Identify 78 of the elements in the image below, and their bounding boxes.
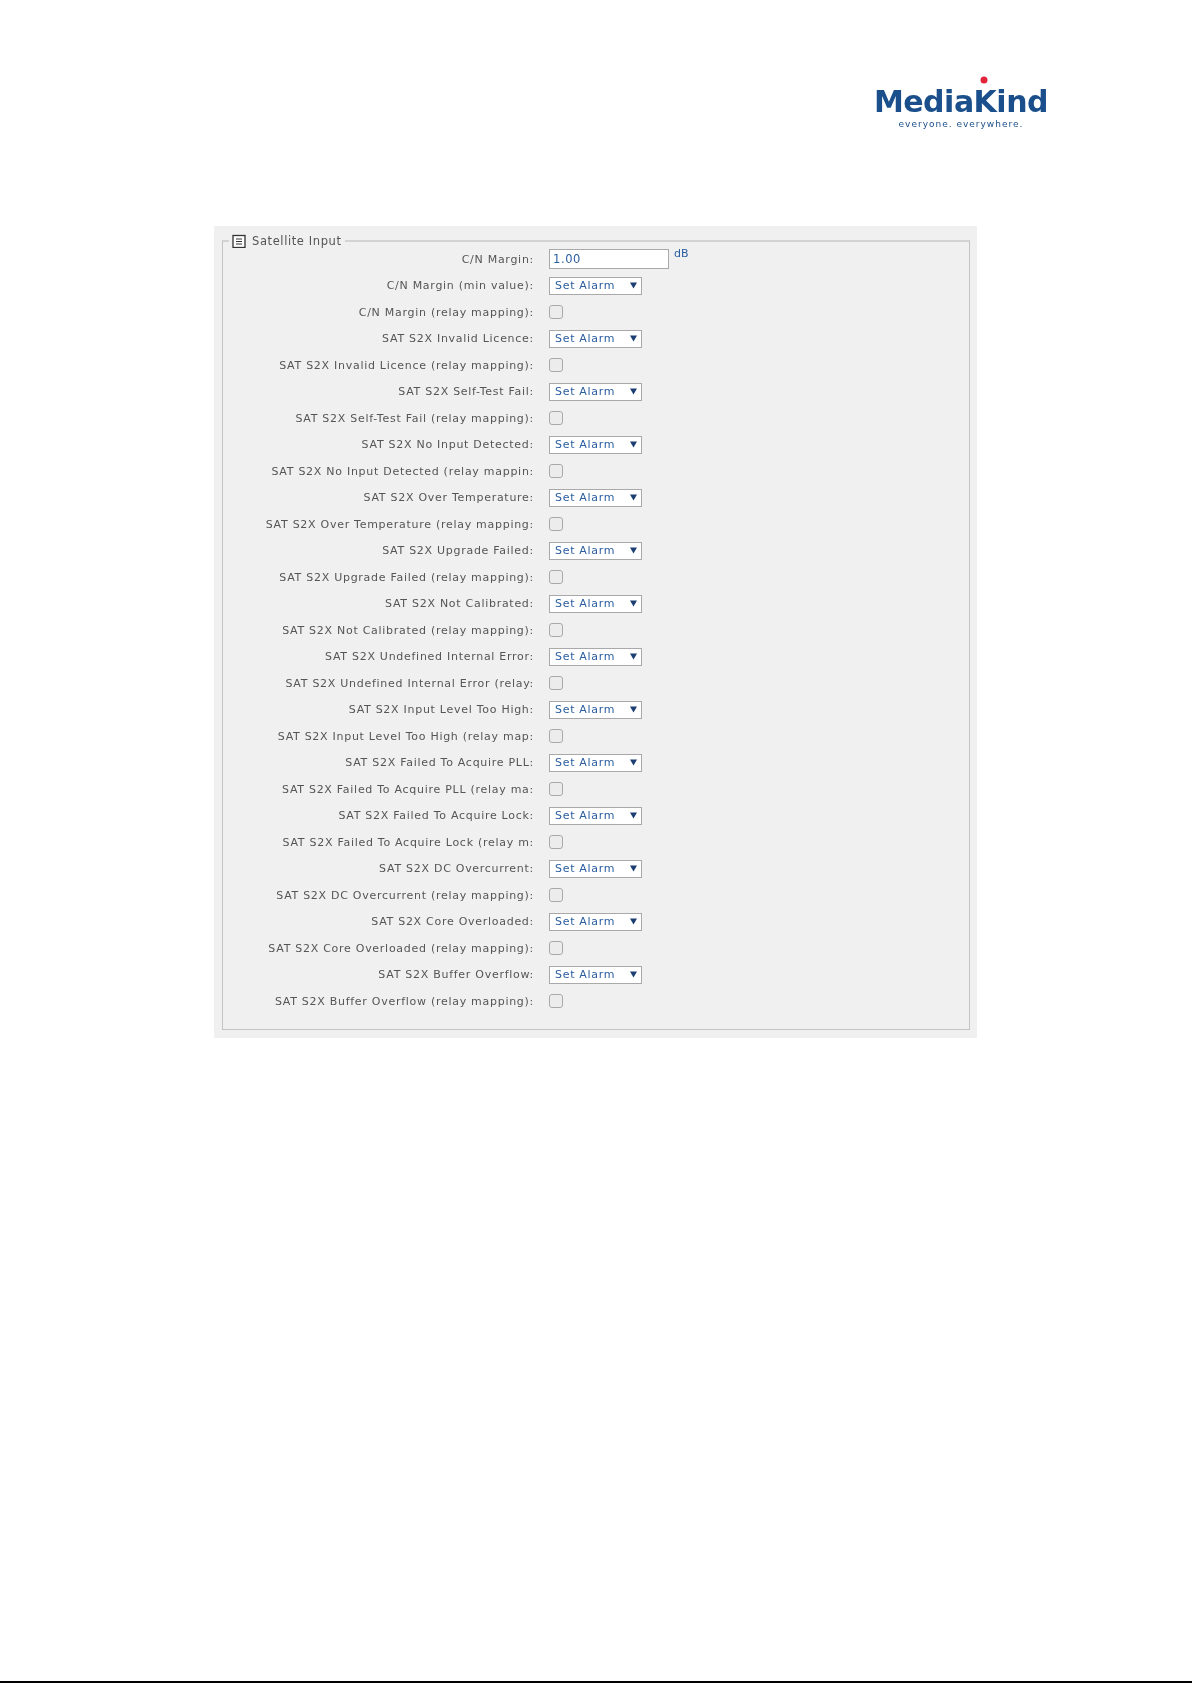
relay-checkbox[interactable] — [549, 729, 563, 744]
field-label: SAT S2X Upgrade Failed: — [382, 544, 534, 558]
relay-checkbox[interactable] — [549, 464, 563, 479]
field-label: SAT S2X No Input Detected: — [361, 438, 534, 452]
field-label: SAT S2X Core Overloaded (relay mapping): — [268, 941, 534, 955]
relay-checkbox[interactable] — [549, 305, 563, 320]
alarm-dropdown[interactable]: Set Alarm — [549, 700, 642, 719]
logo-tagline: everyone. everywhere. — [898, 119, 1024, 129]
field-label: SAT S2X Buffer Overflow: — [378, 968, 534, 982]
dot-icon — [979, 76, 988, 84]
relay-checkbox[interactable] — [549, 994, 563, 1009]
alarm-dropdown[interactable]: Set Alarm — [549, 435, 642, 454]
field-label: SAT S2X Not Calibrated (relay mapping): — [282, 623, 534, 637]
field-label: SAT S2X Failed To Acquire PLL (relay ma: — [282, 782, 534, 796]
relay-checkbox[interactable] — [549, 782, 563, 797]
caret-icon — [630, 547, 637, 555]
caret-icon — [630, 918, 637, 926]
caret-icon — [630, 706, 637, 714]
caret-icon — [630, 600, 637, 608]
field-label: SAT S2X Buffer Overflow (relay mapping): — [274, 994, 534, 1008]
field-label: SAT S2X Invalid Licence (relay mapping): — [279, 358, 534, 372]
relay-checkbox[interactable] — [549, 835, 563, 850]
field-label: SAT S2X Input Level Too High (relay map: — [277, 729, 534, 743]
field-label: SAT S2X Over Temperature (relay mapping: — [265, 517, 534, 531]
field-label: SAT S2X Upgrade Failed (relay mapping): — [279, 570, 534, 584]
alarm-dropdown[interactable]: Set Alarm — [549, 806, 642, 825]
field-label: SAT S2X DC Overcurrent (relay mapping): — [276, 888, 534, 902]
caret-icon — [630, 971, 637, 979]
field-label: SAT S2X Failed To Acquire Lock: — [338, 809, 534, 823]
relay-checkbox[interactable] — [549, 517, 563, 532]
caret-icon — [630, 282, 637, 290]
alarm-dropdown[interactable]: Set Alarm — [549, 329, 642, 348]
field-label: SAT S2X Invalid Licence: — [382, 332, 534, 346]
field-label: SAT S2X Input Level Too High: — [348, 703, 534, 717]
field-label: SAT S2X Self-Test Fail (relay mapping): — [295, 411, 534, 425]
caret-icon — [630, 865, 637, 873]
relay-checkbox[interactable] — [549, 411, 563, 426]
field-label: SAT S2X Failed To Acquire PLL: — [345, 756, 534, 770]
field-label: C/N Margin (relay mapping): — [358, 305, 534, 319]
panel-title: Satellite Input — [252, 234, 342, 248]
field-label: SAT S2X No Input Detected (relay mappin: — [271, 464, 534, 478]
alarm-dropdown[interactable]: Set Alarm — [549, 276, 642, 295]
field-label: SAT S2X Failed To Acquire Lock (relay m: — [282, 835, 534, 849]
relay-checkbox[interactable] — [549, 676, 563, 691]
relay-checkbox[interactable] — [549, 623, 563, 638]
alarm-dropdown[interactable]: Set Alarm — [549, 488, 642, 507]
caret-icon — [630, 441, 637, 449]
relay-checkbox[interactable] — [549, 888, 563, 903]
relay-checkbox[interactable] — [549, 941, 563, 956]
caret-icon — [630, 812, 637, 820]
unit-label: dB — [674, 247, 689, 261]
relay-checkbox[interactable] — [549, 358, 563, 373]
field-label: SAT S2X Self-Test Fail: — [398, 385, 534, 399]
alarm-dropdown[interactable]: Set Alarm — [549, 912, 642, 931]
alarm-dropdown[interactable]: Set Alarm — [549, 859, 642, 878]
alarm-dropdown[interactable]: Set Alarm — [549, 647, 642, 666]
field-label: C/N Margin: — [461, 252, 534, 266]
caret-icon — [630, 388, 637, 396]
field-label: SAT S2X DC Overcurrent: — [379, 862, 534, 876]
caret-icon — [630, 335, 637, 343]
logo-wordmark: MediaKind — [873, 85, 1048, 119]
alarm-dropdown[interactable]: Set Alarm — [549, 382, 642, 401]
margin-input[interactable]: 1.00 — [549, 249, 669, 270]
field-label: SAT S2X Undefined Internal Error (relay: — [285, 676, 534, 690]
field-label: SAT S2X Not Calibrated: — [385, 597, 534, 611]
field-label: SAT S2X Undefined Internal Error: — [325, 650, 534, 664]
caret-icon — [630, 494, 637, 502]
relay-checkbox[interactable] — [549, 570, 563, 585]
caret-icon — [630, 653, 637, 661]
alarm-dropdown[interactable]: Set Alarm — [549, 594, 642, 613]
alarm-dropdown[interactable]: Set Alarm — [549, 541, 642, 560]
field-label: SAT S2X Over Temperature: — [363, 491, 534, 505]
field-label: C/N Margin (min value): — [386, 279, 534, 293]
field-label: SAT S2X Core Overloaded: — [371, 915, 534, 929]
alarm-dropdown[interactable]: Set Alarm — [549, 753, 642, 772]
notepad-icon — [232, 234, 246, 248]
alarm-dropdown[interactable]: Set Alarm — [549, 965, 642, 984]
caret-icon — [630, 759, 637, 767]
